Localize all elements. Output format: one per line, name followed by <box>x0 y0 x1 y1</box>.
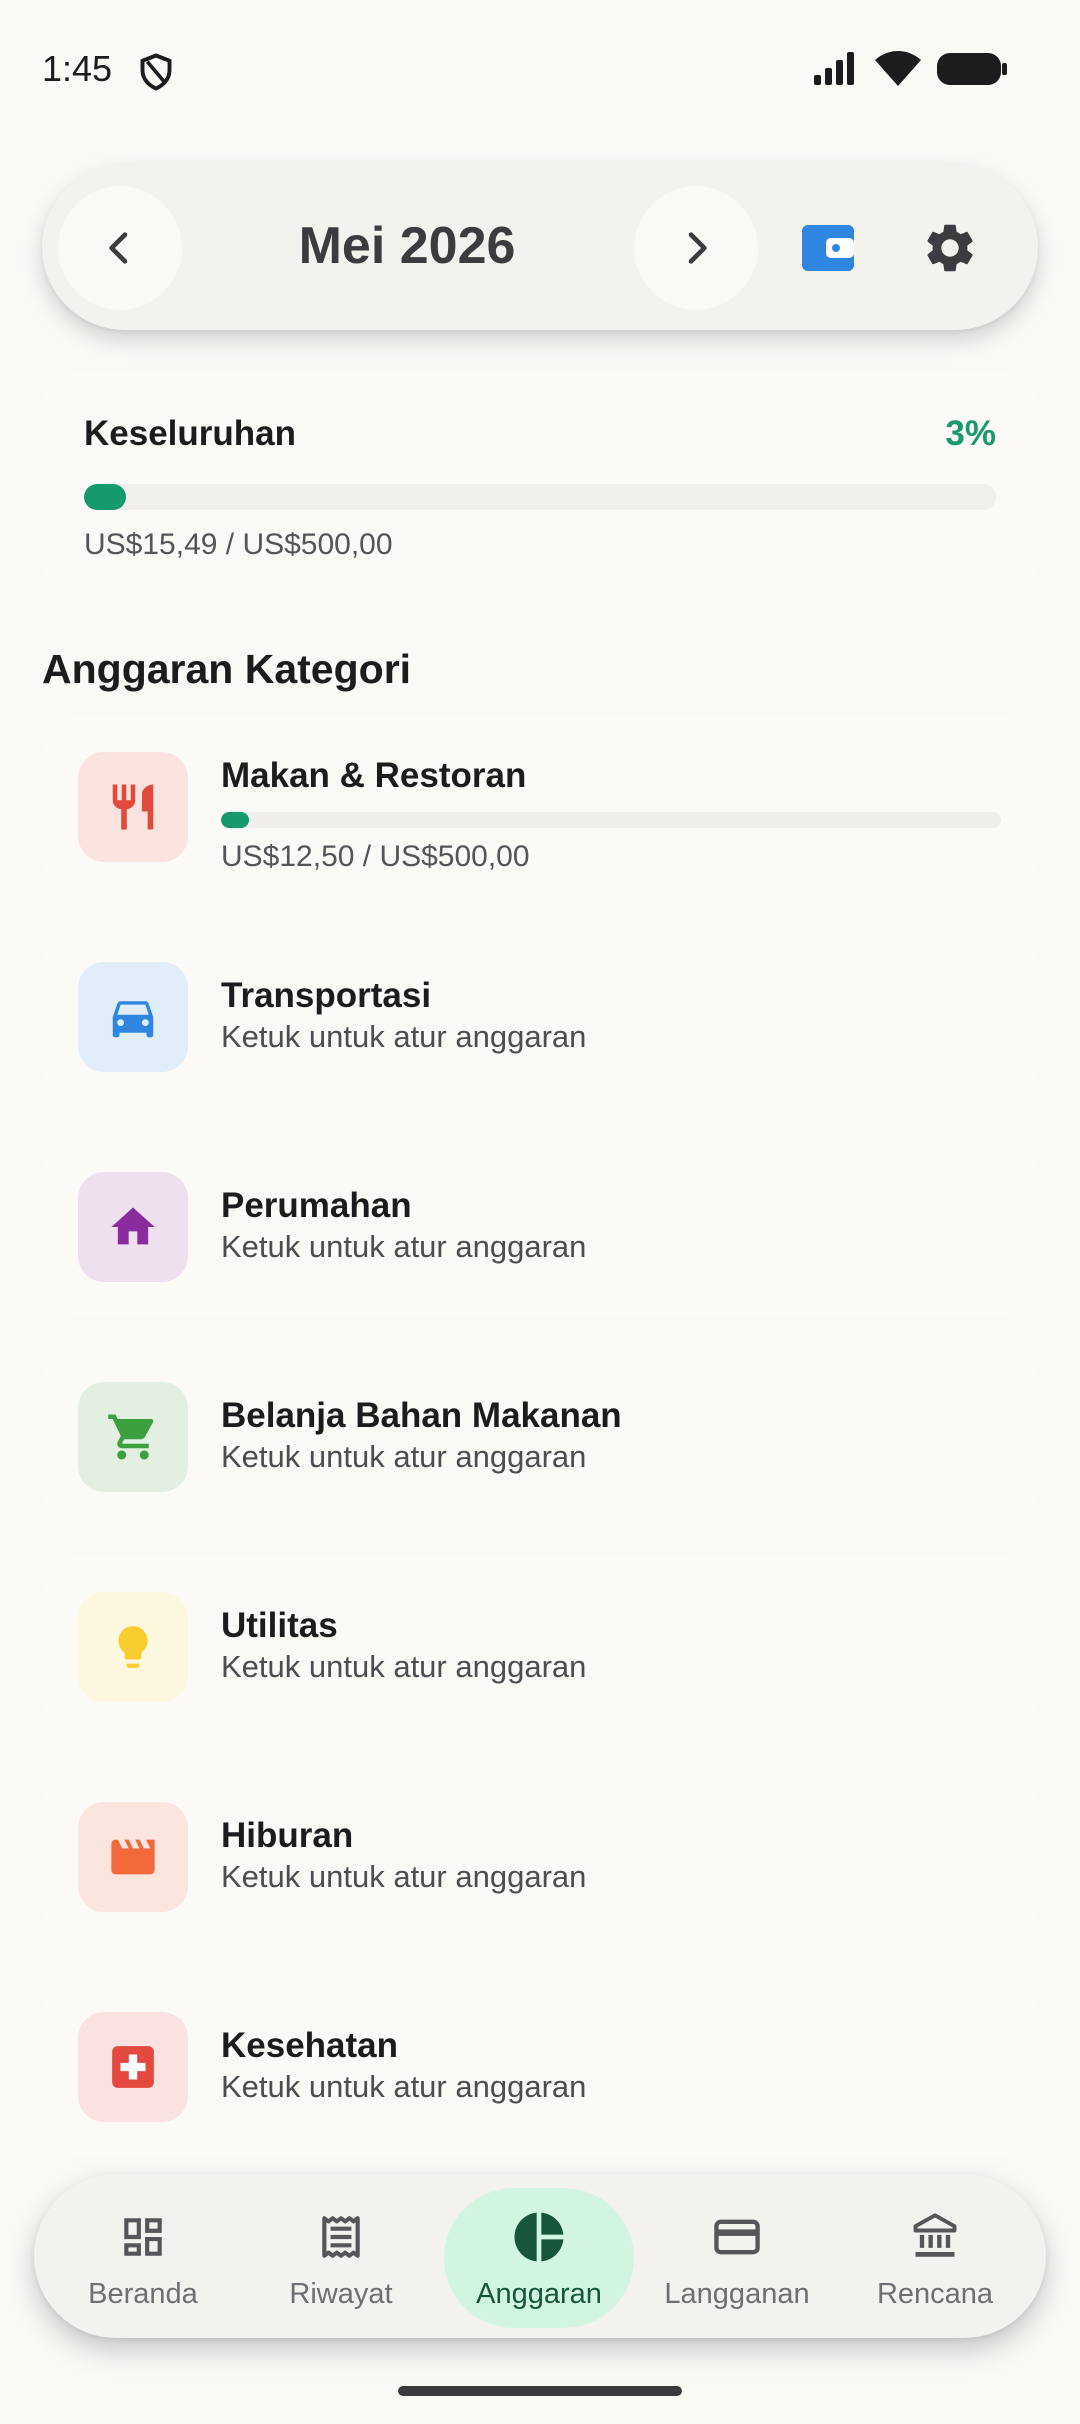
category-name: Transportasi <box>221 976 432 1015</box>
category-icon-bg <box>78 1592 188 1702</box>
restaurant-icon <box>112 784 154 830</box>
overall-progress-fill <box>84 484 126 510</box>
signal-icon <box>814 52 854 85</box>
category-icon-bg <box>78 1172 188 1282</box>
previous-month-button[interactable] <box>58 186 182 310</box>
cart-icon <box>108 1414 154 1460</box>
category-name: Utilitas <box>221 1606 338 1645</box>
status-bar: 1:45 <box>0 0 1080 140</box>
category-subtitle: Ketuk untuk atur anggaran <box>221 1229 587 1264</box>
category-item-makan-restoran[interactable]: Makan & Restoran US$12,50 / US$500,00 <box>42 716 1038 896</box>
overall-percent: 3% <box>945 414 996 453</box>
lightbulb-icon <box>118 1626 148 1668</box>
category-subtitle: Ketuk untuk atur anggaran <box>221 1439 587 1474</box>
category-item-hiburan[interactable]: Hiburan Ketuk untuk atur anggaran <box>42 1766 1038 1946</box>
shield-icon <box>140 53 172 91</box>
home-icon <box>111 1207 155 1245</box>
category-amount: US$12,50 / US$500,00 <box>221 840 530 873</box>
settings-button[interactable] <box>918 216 982 280</box>
category-name: Makan & Restoran <box>221 756 527 795</box>
bank-icon <box>909 2210 961 2264</box>
category-progress-fill <box>221 812 249 828</box>
category-name: Hiburan <box>221 1816 354 1855</box>
bottom-navigation: Beranda Riwayat Anggaran Langganan Renca… <box>34 2174 1046 2338</box>
category-subtitle: Ketuk untuk atur anggaran <box>221 1859 587 1894</box>
category-item-utilitas[interactable]: Utilitas Ketuk untuk atur anggaran <box>42 1556 1038 1736</box>
category-item-belanja-bahan-makanan[interactable]: Belanja Bahan Makanan Ketuk untuk atur a… <box>42 1346 1038 1526</box>
nav-label: Riwayat <box>289 2278 393 2310</box>
card-icon <box>711 2210 763 2264</box>
battery-icon <box>937 53 1007 85</box>
category-icon-bg <box>78 752 188 862</box>
nav-tab-rencana[interactable]: Rencana <box>840 2188 1030 2328</box>
category-subtitle: Ketuk untuk atur anggaran <box>221 1019 587 1054</box>
category-icon-bg <box>78 1802 188 1912</box>
dashboard-icon <box>118 2210 168 2264</box>
category-item-transportasi[interactable]: Transportasi Ketuk untuk atur anggaran <box>42 926 1038 1106</box>
wallet-button[interactable] <box>796 216 860 280</box>
wallet-icon <box>802 225 854 271</box>
nav-tab-anggaran[interactable]: Anggaran <box>444 2188 634 2328</box>
medical-icon <box>112 2046 154 2088</box>
home-indicator[interactable] <box>398 2386 682 2396</box>
category-subtitle: Ketuk untuk atur anggaran <box>221 2069 587 2104</box>
overall-progress-bar <box>84 484 996 510</box>
nav-label: Rencana <box>876 2278 994 2310</box>
nav-label: Langganan <box>664 2278 810 2310</box>
category-item-kesehatan[interactable]: Kesehatan Ketuk untuk atur anggaran <box>42 1976 1038 2156</box>
gear-icon <box>927 224 973 272</box>
category-progress-bar <box>221 812 1001 828</box>
section-title: Anggaran Kategori <box>42 646 412 692</box>
nav-tab-riwayat[interactable]: Riwayat <box>246 2188 436 2328</box>
overall-label: Keseluruhan <box>84 414 296 453</box>
nav-tab-langganan[interactable]: Langganan <box>642 2188 832 2328</box>
overall-budget-card[interactable]: Keseluruhan 3% US$15,49 / US$500,00 <box>42 372 1038 600</box>
category-icon-bg <box>78 2012 188 2122</box>
chevron-right-icon <box>688 232 707 264</box>
category-name: Perumahan <box>221 1186 412 1225</box>
nav-label: Anggaran <box>476 2278 602 2310</box>
category-subtitle: Ketuk untuk atur anggaran <box>221 1649 587 1684</box>
month-title: Mei 2026 <box>298 217 516 275</box>
month-selector: Mei 2026 <box>42 164 1038 330</box>
car-icon <box>112 1001 154 1038</box>
category-item-perumahan[interactable]: Perumahan Ketuk untuk atur anggaran <box>42 1136 1038 1316</box>
nav-label: Beranda <box>88 2278 198 2310</box>
category-icon-bg <box>78 962 188 1072</box>
status-time: 1:45 <box>42 48 113 89</box>
chevron-left-icon <box>109 232 128 264</box>
receipt-icon <box>316 2210 366 2264</box>
overall-amount: US$15,49 / US$500,00 <box>84 528 393 561</box>
budget-pie-icon <box>511 2210 567 2264</box>
movie-icon <box>111 1839 155 1875</box>
category-icon-bg <box>78 1382 188 1492</box>
nav-tab-beranda[interactable]: Beranda <box>48 2188 238 2328</box>
wifi-icon <box>875 51 921 86</box>
next-month-button[interactable] <box>634 186 758 310</box>
category-name: Kesehatan <box>221 2026 399 2065</box>
category-name: Belanja Bahan Makanan <box>221 1396 622 1435</box>
